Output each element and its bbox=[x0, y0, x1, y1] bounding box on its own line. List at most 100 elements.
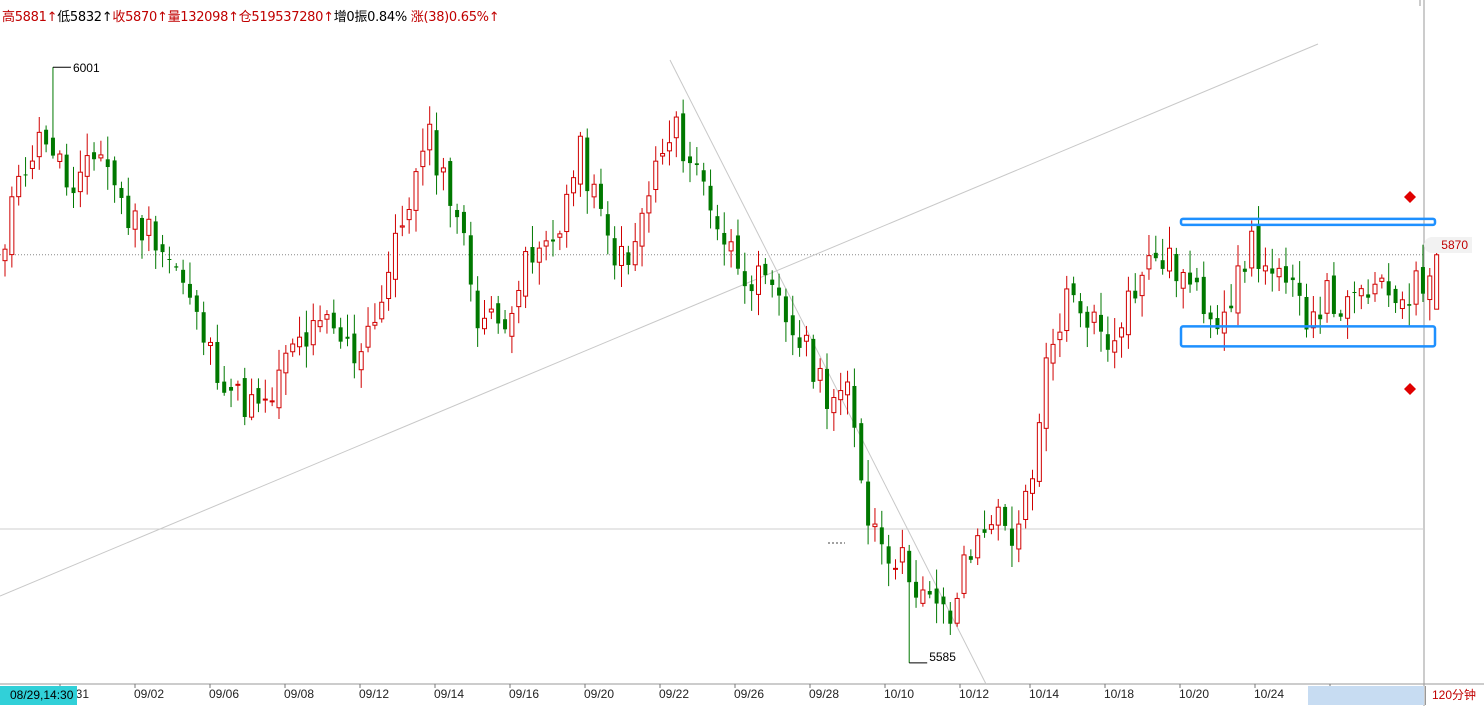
candle-body-down bbox=[694, 163, 699, 166]
candle-body-down bbox=[1270, 268, 1275, 274]
x-tick-label: 09/08 bbox=[284, 687, 314, 701]
candle-body-down bbox=[866, 481, 871, 526]
candle-body-down bbox=[1331, 275, 1336, 314]
candle-body-down bbox=[1085, 311, 1090, 328]
candle-body-down bbox=[1242, 268, 1247, 272]
candle-body-up bbox=[249, 394, 255, 418]
candle-body-down bbox=[1194, 277, 1199, 283]
candle-body-up bbox=[1379, 277, 1385, 282]
candle-body-up bbox=[84, 155, 90, 177]
candle-body-down bbox=[749, 284, 754, 292]
candle-body-up bbox=[1399, 299, 1405, 310]
candle-body-up bbox=[1345, 296, 1351, 319]
candle-body-down bbox=[681, 113, 686, 162]
candle-body-down bbox=[1256, 224, 1261, 269]
candle-body-down bbox=[1318, 314, 1323, 320]
candle-body-down bbox=[914, 581, 919, 598]
candle-body-down bbox=[140, 217, 144, 241]
candle-body-up bbox=[1262, 265, 1268, 272]
candle-body-down bbox=[352, 333, 357, 364]
candle-body-up bbox=[77, 171, 83, 193]
candle-body-up bbox=[276, 369, 282, 409]
candle-body-down bbox=[626, 252, 631, 265]
candle-body-down bbox=[879, 527, 884, 545]
candle-body-down bbox=[1160, 260, 1165, 269]
candle-body-up bbox=[893, 567, 898, 570]
candle-body-down bbox=[968, 556, 973, 560]
amplitude-stat: 振0.84% bbox=[354, 10, 407, 25]
trough-label: 5585 bbox=[929, 650, 956, 664]
candle-body-down bbox=[1153, 252, 1158, 259]
change-stat: 涨(38)0.65%↑ bbox=[410, 10, 500, 25]
candle-body-down bbox=[455, 209, 460, 218]
candle-body-down bbox=[256, 388, 261, 404]
candle-body-up bbox=[36, 131, 42, 158]
candle-body-up bbox=[1413, 270, 1419, 305]
x-tick-label: 09/28 bbox=[809, 687, 839, 701]
candle-body-down bbox=[742, 271, 747, 287]
candle-body-down bbox=[551, 239, 555, 242]
candle-body-up bbox=[413, 171, 419, 211]
candle-body-down bbox=[1105, 334, 1110, 350]
candle-body-up bbox=[1057, 331, 1063, 341]
period-selector[interactable]: 120分钟 bbox=[1425, 686, 1482, 705]
candle-body-down bbox=[1304, 296, 1309, 330]
candle-body-down bbox=[92, 152, 97, 160]
candle-body-up bbox=[591, 183, 597, 198]
x-tick-label: 09/16 bbox=[509, 687, 539, 701]
candle-body-down bbox=[503, 319, 508, 330]
x-tick-label: 09/12 bbox=[359, 687, 389, 701]
candle-body-up bbox=[386, 271, 392, 300]
candle-body-down bbox=[187, 283, 192, 298]
candle-body-down bbox=[1338, 313, 1343, 317]
candle-body-up bbox=[1119, 327, 1125, 338]
candle-body-up bbox=[632, 241, 638, 266]
candle-body-up bbox=[1023, 490, 1029, 520]
candle-body-up bbox=[954, 597, 960, 624]
candle-body-down bbox=[701, 170, 706, 182]
candle-body-down bbox=[1297, 282, 1302, 296]
candle-body-up bbox=[482, 317, 487, 330]
candle-body-up bbox=[1112, 340, 1118, 353]
candle-body-down bbox=[44, 129, 49, 145]
candle-body-down bbox=[708, 185, 713, 211]
candle-body-up bbox=[1167, 247, 1172, 272]
candle-body-down bbox=[852, 385, 857, 428]
candle-body-down bbox=[1174, 253, 1179, 282]
candle-body-down bbox=[345, 336, 350, 339]
candle-body-down bbox=[1352, 292, 1357, 294]
candle-body-down bbox=[242, 378, 247, 418]
candle-body-down bbox=[194, 295, 199, 312]
close-stat: 收5870↑ bbox=[112, 10, 168, 25]
candle-body-up bbox=[372, 321, 378, 326]
candle-body-down bbox=[1386, 281, 1391, 296]
candle-body-up bbox=[961, 554, 967, 594]
candle-body-down bbox=[468, 235, 473, 285]
candle-body-up bbox=[2, 248, 8, 262]
x-range-highlight[interactable] bbox=[1308, 686, 1424, 705]
candle-body-up bbox=[392, 232, 398, 280]
candle-body-up bbox=[1221, 311, 1227, 334]
candle-body-down bbox=[1201, 276, 1206, 315]
candle-body-down bbox=[1009, 528, 1014, 546]
candle-body-up bbox=[16, 175, 22, 198]
candle-body-down bbox=[585, 137, 590, 192]
candle-body-up bbox=[208, 341, 213, 347]
candle-body-down bbox=[331, 312, 336, 329]
candle-body-down bbox=[1229, 305, 1234, 309]
candle-body-down bbox=[1290, 277, 1295, 281]
candle-body-up bbox=[1139, 274, 1145, 297]
candle-body-down bbox=[167, 258, 172, 260]
candle-body-down bbox=[722, 232, 727, 245]
candle-body-down bbox=[112, 160, 117, 186]
candle-body-up bbox=[536, 247, 542, 263]
x-tick-label: 10/12 bbox=[959, 687, 989, 701]
candle-body-down bbox=[119, 187, 124, 198]
candle-body-down bbox=[50, 137, 55, 156]
candle-body-down bbox=[338, 327, 343, 342]
candle-body-up bbox=[756, 265, 761, 295]
candle-body-down bbox=[174, 266, 179, 268]
candle-body-up bbox=[1249, 230, 1255, 269]
candle-body-up bbox=[1358, 288, 1364, 297]
candle-body-down bbox=[948, 610, 953, 624]
